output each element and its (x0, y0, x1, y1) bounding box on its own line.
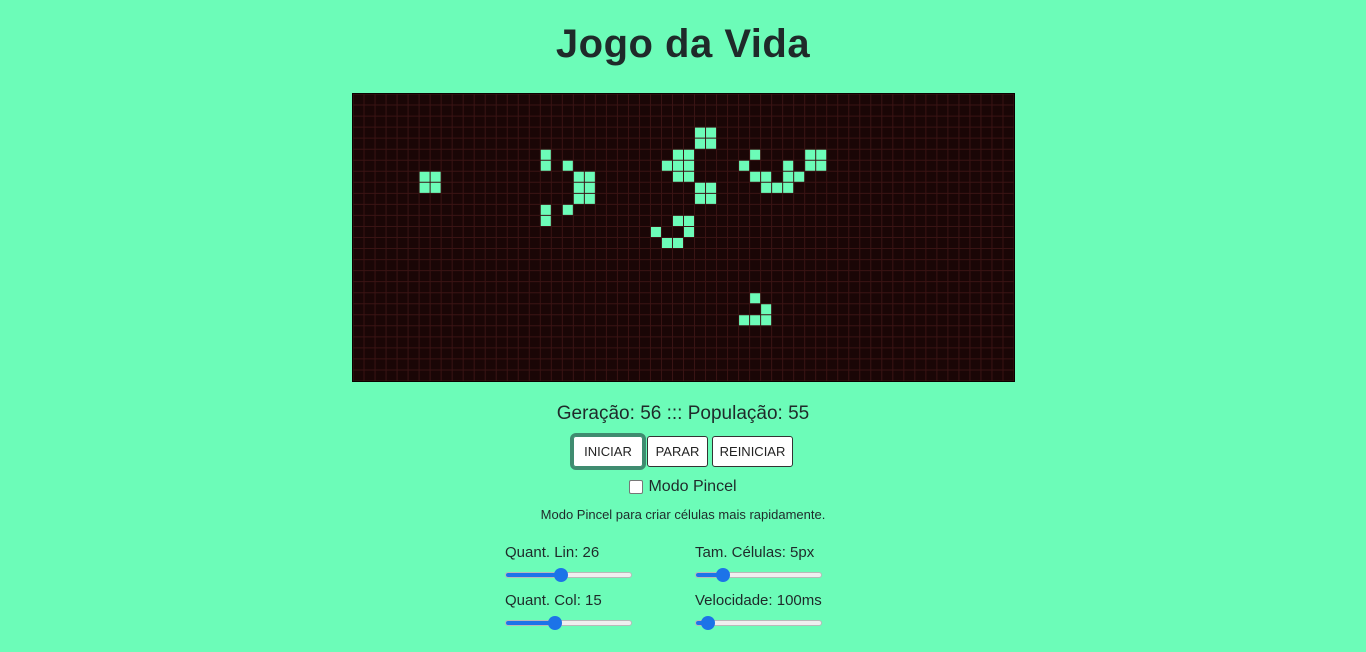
rows-slider-thumb[interactable] (553, 568, 568, 582)
alive-cell[interactable] (584, 182, 596, 194)
population-label: População: (687, 403, 783, 424)
alive-cell[interactable] (672, 171, 684, 183)
rows-label: Quant. Lin: 26 (505, 544, 600, 561)
alive-cell[interactable] (694, 182, 706, 194)
alive-cell[interactable] (672, 160, 684, 172)
grid-lines (353, 94, 1014, 381)
alive-cell[interactable] (562, 160, 574, 172)
cols-slider-thumb[interactable] (547, 616, 562, 630)
alive-cell[interactable] (650, 226, 662, 238)
alive-cell[interactable] (815, 160, 827, 172)
generation-label: Geração: (556, 403, 635, 424)
alive-cell[interactable] (683, 215, 695, 227)
status-separator: ::: (666, 403, 683, 424)
stop-button[interactable]: PARAR (647, 436, 708, 467)
alive-cell[interactable] (804, 149, 816, 161)
alive-cell[interactable] (573, 182, 585, 194)
alive-cell[interactable] (749, 292, 761, 304)
alive-cell[interactable] (705, 182, 717, 194)
cols-label: Quant. Col: 15 (505, 592, 602, 609)
alive-cell[interactable] (573, 193, 585, 205)
alive-cell[interactable] (540, 215, 552, 227)
alive-cell[interactable] (749, 171, 761, 183)
start-button[interactable]: INICIAR (570, 433, 646, 470)
alive-cell[interactable] (672, 215, 684, 227)
alive-cell[interactable] (573, 171, 585, 183)
alive-cell[interactable] (771, 182, 783, 194)
cell-size-label: Tam. Células: 5px (695, 544, 815, 561)
alive-cell[interactable] (738, 314, 750, 326)
alive-cell[interactable] (804, 160, 816, 172)
cell-size-slider-thumb[interactable] (716, 568, 731, 582)
alive-cell[interactable] (661, 237, 673, 249)
alive-cell[interactable] (760, 314, 772, 326)
cell-size-control: Tam. Células: 5px (695, 544, 835, 583)
alive-cell[interactable] (793, 171, 805, 183)
generation-value: 56 (640, 403, 662, 424)
alive-cell[interactable] (419, 171, 431, 183)
cols-control: Quant. Col: 15 (505, 592, 645, 631)
game-grid[interactable] (353, 94, 1014, 381)
speed-slider[interactable] (695, 615, 822, 631)
alive-cell[interactable] (782, 182, 794, 194)
speed-slider-thumb[interactable] (700, 616, 715, 630)
alive-cell[interactable] (705, 193, 717, 205)
alive-cell[interactable] (540, 149, 552, 161)
game-board[interactable] (352, 93, 1015, 382)
rows-control: Quant. Lin: 26 (505, 544, 645, 583)
cols-slider-track[interactable] (505, 620, 632, 626)
brush-mode-toggle[interactable]: Modo Pincel (0, 478, 1366, 496)
alive-cell[interactable] (430, 182, 442, 194)
brush-mode-label: Modo Pincel (648, 478, 737, 495)
alive-cell[interactable] (683, 226, 695, 238)
alive-cell[interactable] (419, 182, 431, 194)
alive-cell[interactable] (694, 138, 706, 150)
alive-cell[interactable] (749, 314, 761, 326)
alive-cell[interactable] (760, 303, 772, 315)
alive-cell[interactable] (782, 171, 794, 183)
alive-cell[interactable] (738, 160, 750, 172)
alive-cell[interactable] (661, 160, 673, 172)
alive-cell[interactable] (672, 237, 684, 249)
brush-mode-checkbox[interactable] (629, 480, 644, 494)
speed-label: Velocidade: 100ms (695, 592, 822, 609)
alive-cell[interactable] (562, 204, 574, 216)
alive-cell[interactable] (683, 171, 695, 183)
restart-button[interactable]: REINICIAR (712, 436, 793, 467)
alive-cell[interactable] (705, 138, 717, 150)
alive-cell[interactable] (815, 149, 827, 161)
alive-cell[interactable] (430, 171, 442, 183)
page-title: Jogo da Vida (555, 22, 811, 66)
alive-cell[interactable] (760, 171, 772, 183)
alive-cell[interactable] (540, 204, 552, 216)
speed-control: Velocidade: 100ms (695, 592, 835, 631)
cell-size-slider[interactable] (695, 567, 822, 583)
cols-slider[interactable] (505, 615, 632, 631)
page: Jogo da Vida Geração: 56 ::: População: … (0, 0, 1366, 652)
alive-cell[interactable] (672, 149, 684, 161)
rows-slider-track[interactable] (505, 572, 632, 578)
rows-slider[interactable] (505, 567, 632, 583)
alive-cell[interactable] (540, 160, 552, 172)
alive-cell[interactable] (694, 127, 706, 139)
alive-cell[interactable] (683, 160, 695, 172)
alive-cell[interactable] (760, 182, 772, 194)
brush-mode-hint: Modo Pincel para criar células mais rapi… (540, 507, 826, 522)
alive-cell[interactable] (749, 149, 761, 161)
population-value: 55 (788, 403, 810, 424)
button-row: INICIAR PARAR REINICIAR (0, 433, 1366, 470)
status-line: Geração: 56 ::: População: 55 (0, 403, 1366, 425)
alive-cell[interactable] (683, 149, 695, 161)
alive-cell[interactable] (584, 193, 596, 205)
alive-cell[interactable] (705, 127, 717, 139)
alive-cell[interactable] (782, 160, 794, 172)
cell-size-slider-track[interactable] (695, 572, 822, 578)
alive-cell[interactable] (584, 171, 596, 183)
alive-cell[interactable] (694, 193, 706, 205)
